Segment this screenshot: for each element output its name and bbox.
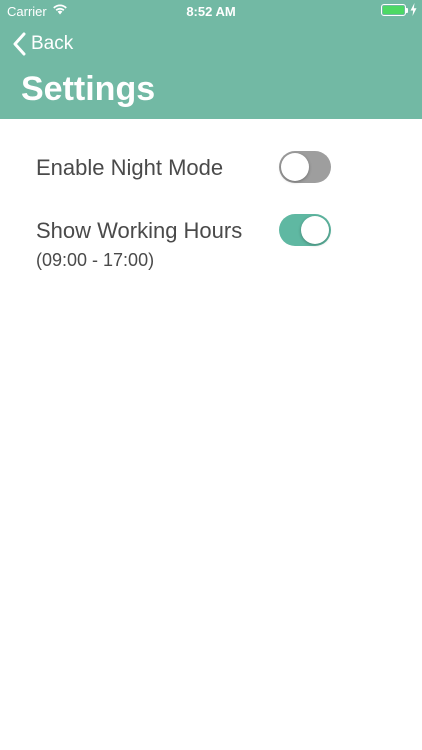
- toggle-knob: [301, 216, 329, 244]
- battery-tip: [406, 8, 408, 13]
- battery-icon: [381, 4, 406, 16]
- working-hours-label: Show Working Hours: [36, 218, 243, 243]
- page-title: Settings: [21, 70, 156, 108]
- back-label: Back: [31, 33, 74, 54]
- working-hours-toggle[interactable]: [279, 214, 331, 246]
- night-mode-label: Enable Night Mode: [36, 155, 224, 180]
- status-bar: Carrier 8:52 AM: [0, 0, 422, 22]
- back-button[interactable]: Back: [12, 30, 73, 58]
- header: Carrier 8:52 AM Back Settings: [0, 0, 422, 119]
- bolt-icon: [410, 3, 417, 16]
- battery-fill: [383, 6, 404, 14]
- status-time: 8:52 AM: [186, 4, 236, 19]
- toggle-knob: [281, 153, 309, 181]
- working-hours-sublabel: (09:00 - 17:00): [36, 250, 155, 270]
- night-mode-toggle[interactable]: [279, 151, 331, 183]
- chevron-left-icon: [13, 32, 26, 56]
